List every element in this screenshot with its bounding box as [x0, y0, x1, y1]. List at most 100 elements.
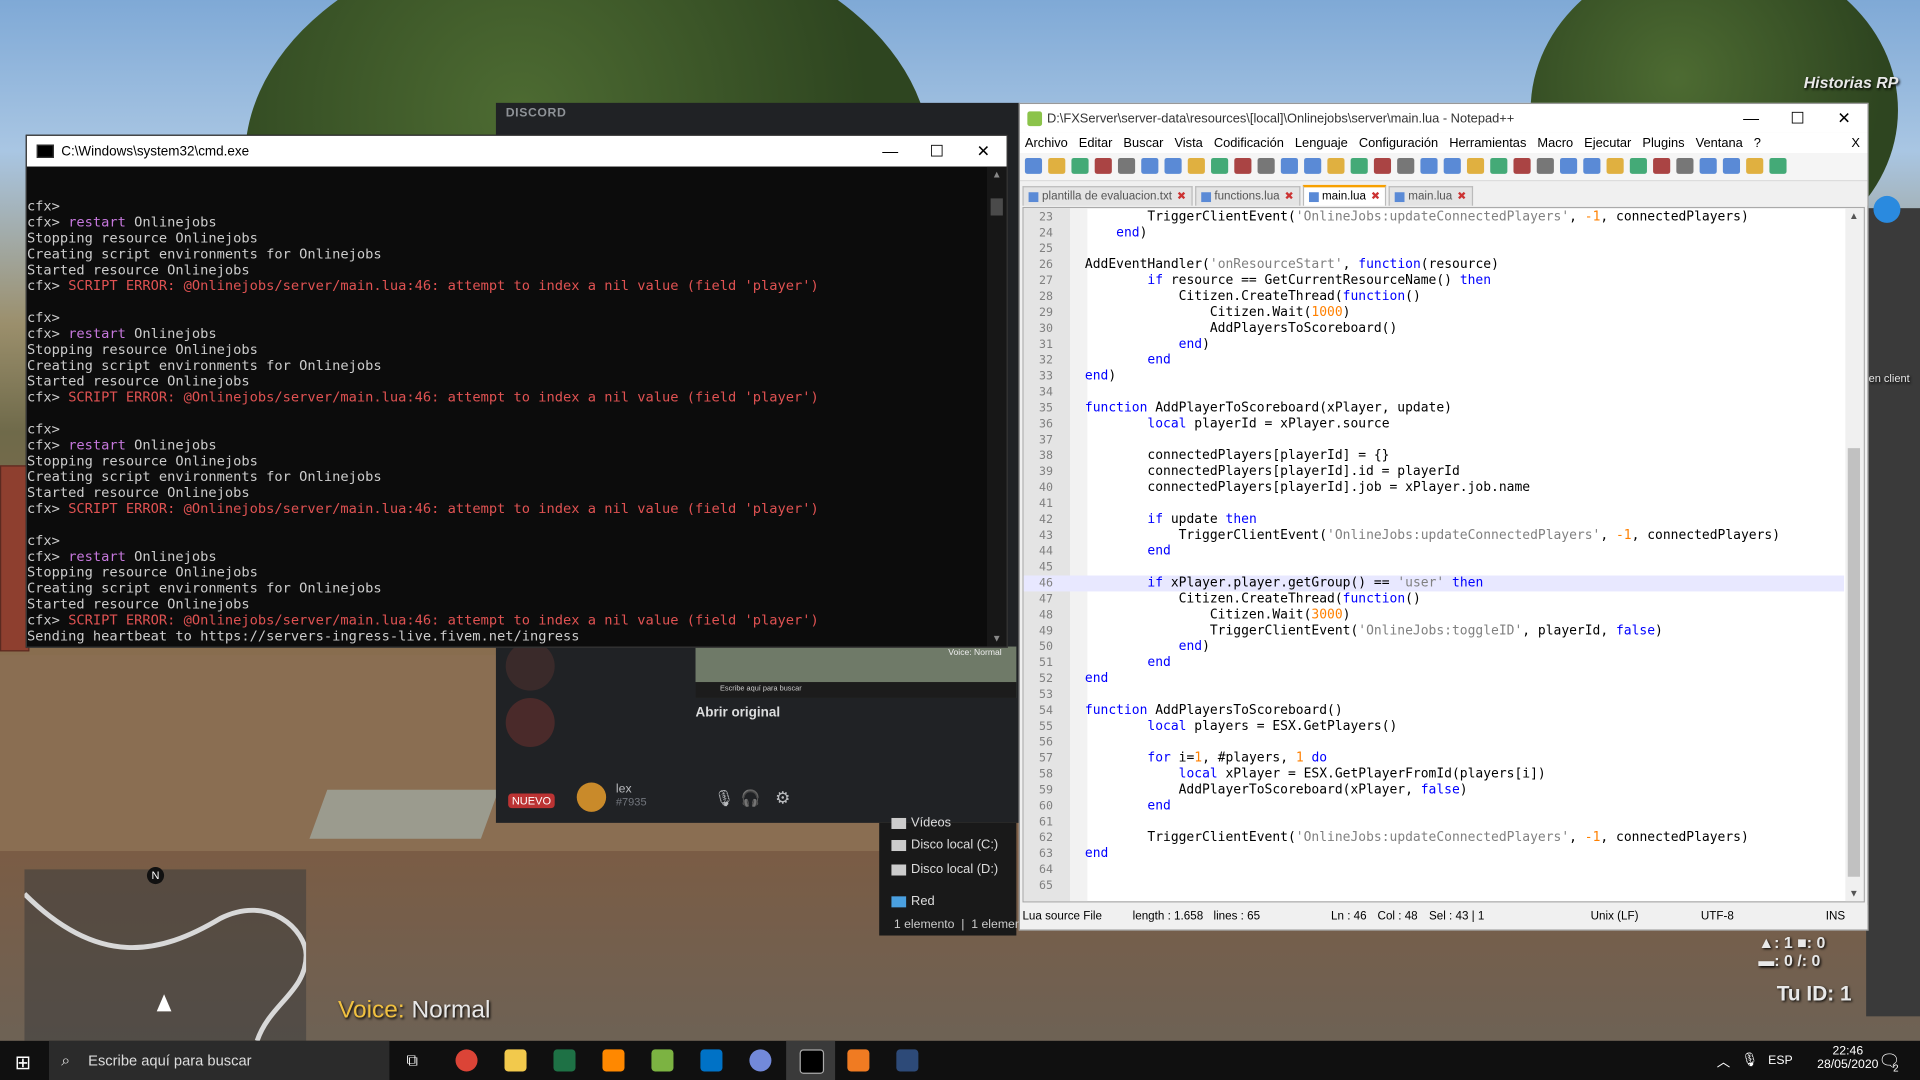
- toolbar-button-icon[interactable]: [1327, 157, 1345, 174]
- cmd-taskbar-active[interactable]: [786, 1040, 836, 1080]
- toolbar-button-icon[interactable]: [1117, 157, 1136, 174]
- toolbar-button-icon[interactable]: [1490, 157, 1508, 174]
- cmd-window[interactable]: C:\Windows\system32\cmd.exe — ☐ ✕ cfx> cf…: [25, 134, 1008, 648]
- toolbar-button-icon[interactable]: [1513, 157, 1531, 174]
- toolbar-button-icon[interactable]: [1699, 157, 1717, 174]
- toolbar-button-icon[interactable]: [1048, 157, 1066, 174]
- scroll-up-icon[interactable]: ▲: [1849, 211, 1859, 222]
- close-tab-icon[interactable]: ✖: [1285, 190, 1294, 203]
- toolbar-button-icon[interactable]: [1420, 157, 1438, 174]
- gear-icon[interactable]: ⚙: [775, 787, 790, 808]
- scroll-up-icon[interactable]: ▲: [992, 169, 1002, 180]
- maximize-button[interactable]: ☐: [1774, 108, 1821, 128]
- toolbar-button-icon[interactable]: [1257, 157, 1275, 174]
- server-icon[interactable]: [505, 697, 555, 747]
- close-tab-icon[interactable]: ✖: [1457, 190, 1466, 203]
- explorer-item-disk-d[interactable]: Disco local (D:): [891, 862, 998, 877]
- image-preview[interactable]: Voice: Normal Escribe aquí para buscar: [695, 646, 1017, 698]
- clock[interactable]: 22:46 28/05/2020: [1817, 1044, 1878, 1071]
- menu-item[interactable]: Codificación: [1214, 135, 1284, 150]
- editor-scrollbar-thumb[interactable]: [1847, 448, 1861, 877]
- toolbar-button-icon[interactable]: [1466, 157, 1485, 174]
- toolbar-button-icon[interactable]: [1187, 157, 1205, 174]
- menu-item[interactable]: Buscar: [1123, 135, 1163, 150]
- toolbar-button-icon[interactable]: [1769, 157, 1787, 174]
- menu-item[interactable]: Lenguaje: [1295, 135, 1348, 150]
- cmd-scrollbar[interactable]: ▲ ▼: [986, 166, 1007, 647]
- code-content[interactable]: 23 TriggerClientEvent('OnlineJobs:update…: [1023, 209, 1845, 893]
- menu-item[interactable]: Ventana: [1696, 135, 1743, 150]
- menu-item[interactable]: Ejecutar: [1584, 135, 1631, 150]
- toolbar-button-icon[interactable]: [1373, 157, 1392, 174]
- chevron-up-icon[interactable]: ︿: [1717, 1052, 1730, 1072]
- explorer-item-network[interactable]: Red: [891, 894, 935, 909]
- file-tab[interactable]: functions.lua ✖: [1194, 186, 1300, 206]
- avatar[interactable]: [576, 782, 607, 812]
- toolbar-button-icon[interactable]: [1280, 157, 1298, 174]
- menu-item[interactable]: Herramientas: [1449, 135, 1526, 150]
- notepadpp-window[interactable]: D:\FXServer\server-data\resources\[local…: [1018, 102, 1869, 931]
- open-original-link[interactable]: Abrir original: [696, 705, 781, 720]
- toolbar-button-icon[interactable]: [1653, 157, 1671, 174]
- toolbar-button-icon[interactable]: [1629, 157, 1647, 174]
- npp-titlebar[interactable]: D:\FXServer\server-data\resources\[local…: [1020, 104, 1868, 133]
- menu-item[interactable]: Vista: [1174, 135, 1202, 150]
- minimize-button[interactable]: —: [1728, 109, 1775, 127]
- taskbar-search[interactable]: ⌕ Escribe aquí para buscar: [48, 1040, 390, 1080]
- toolbar-button-icon[interactable]: [1536, 157, 1554, 174]
- code-editor[interactable]: 23 TriggerClientEvent('OnlineJobs:update…: [1022, 206, 1865, 903]
- chrome-icon[interactable]: [455, 1049, 478, 1072]
- excel-icon[interactable]: [553, 1049, 576, 1072]
- menu-item[interactable]: Macro: [1537, 135, 1573, 150]
- toolbar-button-icon[interactable]: [1211, 157, 1229, 174]
- notepadpp-taskbar-icon[interactable]: [651, 1049, 674, 1072]
- server-icon[interactable]: [505, 641, 555, 691]
- language-indicator[interactable]: ESP: [1768, 1054, 1793, 1067]
- toolbar-button-icon[interactable]: [1560, 157, 1578, 174]
- scroll-down-icon[interactable]: ▼: [1849, 888, 1859, 899]
- menu-item[interactable]: Archivo: [1025, 135, 1068, 150]
- explorer-item-videos[interactable]: Vídeos: [891, 816, 951, 830]
- toolbar-button-icon[interactable]: [1024, 157, 1043, 174]
- close-document-button[interactable]: X: [1851, 135, 1860, 150]
- file-tab[interactable]: main.lua ✖: [1388, 186, 1473, 206]
- cmd-titlebar[interactable]: C:\Windows\system32\cmd.exe — ☐ ✕: [26, 135, 1007, 167]
- maximize-button[interactable]: ☐: [913, 141, 960, 161]
- toolbar-button-icon[interactable]: [1606, 157, 1624, 174]
- menu-item[interactable]: Editar: [1079, 135, 1113, 150]
- minimize-button[interactable]: —: [867, 142, 914, 160]
- outlook-icon[interactable]: [700, 1049, 723, 1072]
- file-tab[interactable]: main.lua ✖: [1302, 184, 1387, 206]
- toolbar-button-icon[interactable]: [1094, 157, 1112, 174]
- file-explorer-icon[interactable]: [504, 1049, 527, 1072]
- microphone-tray-icon[interactable]: 🎙: [1741, 1052, 1758, 1068]
- toolbar-button-icon[interactable]: [1350, 157, 1368, 174]
- cmd-scrollbar-thumb[interactable]: [990, 198, 1003, 216]
- menu-item[interactable]: ?: [1754, 135, 1761, 150]
- close-button[interactable]: ✕: [1821, 108, 1868, 128]
- file-tab[interactable]: plantilla de evaluacion.txt ✖: [1022, 186, 1193, 206]
- toolbar-button-icon[interactable]: [1676, 157, 1694, 174]
- editor-scrollbar[interactable]: ▲ ▼: [1845, 208, 1864, 902]
- fivem-icon[interactable]: [896, 1049, 919, 1072]
- task-view-icon[interactable]: ⧉: [407, 1051, 418, 1071]
- menu-item[interactable]: Plugins: [1642, 135, 1684, 150]
- file-explorer-window[interactable]: Vídeos Disco local (C:) Disco local (D:)…: [879, 816, 1107, 936]
- vlc-icon[interactable]: [602, 1049, 625, 1072]
- toolbar-button-icon[interactable]: [1583, 157, 1601, 174]
- altv-icon[interactable]: [847, 1049, 870, 1072]
- toolbar-button-icon[interactable]: [1443, 157, 1461, 174]
- close-button[interactable]: ✕: [960, 141, 1007, 161]
- close-tab-icon[interactable]: ✖: [1177, 190, 1186, 203]
- explorer-item-disk-c[interactable]: Disco local (C:): [891, 838, 998, 852]
- toolbar-button-icon[interactable]: [1746, 157, 1764, 174]
- scroll-down-icon[interactable]: ▼: [992, 633, 1002, 644]
- menu-item[interactable]: Configuración: [1359, 135, 1438, 150]
- toolbar-button-icon[interactable]: [1071, 157, 1089, 174]
- windows-start-icon[interactable]: ⊞: [15, 1051, 31, 1075]
- toolbar-button-icon[interactable]: [1164, 157, 1182, 174]
- microphone-icon[interactable]: 🎙: [714, 789, 734, 809]
- headphones-icon[interactable]: 🎧: [741, 789, 761, 809]
- toolbar-button-icon[interactable]: [1722, 157, 1741, 174]
- console-output[interactable]: cfx> cfx> restart Onlinejobs Stopping reso…: [27, 182, 987, 646]
